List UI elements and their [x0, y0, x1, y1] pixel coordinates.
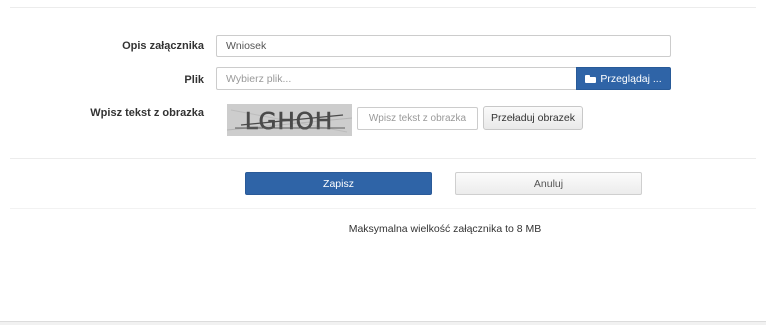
attachment-form-page: Opis załącznika Wniosek Plik Wybierz pli…	[0, 0, 766, 325]
save-button[interactable]: Zapisz	[245, 172, 432, 195]
description-label: Opis załącznika	[122, 40, 204, 52]
form-divider	[10, 158, 756, 159]
bottom-border	[0, 321, 766, 325]
folder-open-icon	[585, 74, 597, 83]
captcha-image: LGHOH	[227, 104, 352, 136]
cancel-button[interactable]: Anuluj	[455, 172, 642, 195]
browse-button-label: Przeglądaj ...	[600, 72, 662, 85]
actions-divider	[10, 208, 756, 209]
reload-captcha-button[interactable]: Przeładuj obrazek	[483, 106, 583, 130]
description-input[interactable]: Wniosek	[216, 35, 671, 57]
max-size-note: Maksymalna wielkość załącznika to 8 MB	[348, 223, 542, 235]
captcha-input[interactable]: Wpisz tekst z obrazka	[357, 107, 478, 130]
file-label: Plik	[184, 74, 204, 86]
file-input[interactable]: Wybierz plik...	[216, 67, 577, 90]
top-divider	[10, 7, 756, 8]
captcha-image-text: LGHOH	[245, 109, 333, 135]
captcha-label: Wpisz tekst z obrazka	[90, 107, 204, 119]
browse-button[interactable]: Przeglądaj ...	[576, 67, 671, 90]
